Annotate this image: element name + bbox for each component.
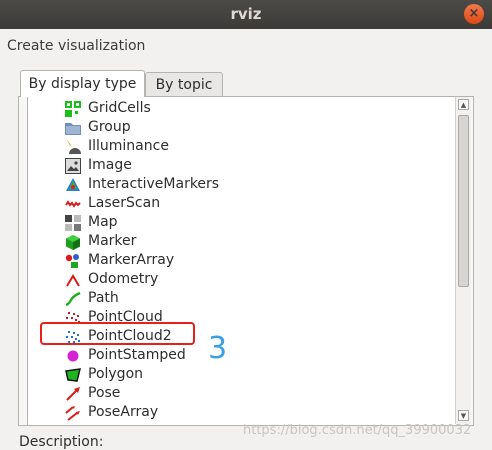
- title-bar: rviz ×: [0, 0, 492, 29]
- dialog-heading: Create visualization: [7, 38, 146, 54]
- list-item-label: PoseArray: [88, 404, 159, 420]
- list-item-gridcells[interactable]: GridCells: [28, 99, 456, 118]
- list-item-pointstamped[interactable]: PointStamped: [28, 346, 456, 365]
- path-icon: [65, 291, 81, 307]
- pose-icon: [66, 387, 80, 401]
- tab-by-display-type[interactable]: By display type: [20, 70, 145, 97]
- list-item-label: Odometry: [88, 271, 159, 287]
- watermark-text: https://blog.csdn.net/qq_39900032: [243, 423, 472, 438]
- selection-highlight-box: [40, 322, 195, 345]
- list-item-label: PointStamped: [88, 347, 186, 363]
- list-scrollbar[interactable]: ▲ ▼: [455, 97, 471, 424]
- pose-array-icon: [65, 406, 80, 421]
- list-item-posearray[interactable]: PoseArray: [28, 403, 456, 422]
- list-item-polygon[interactable]: Polygon: [28, 365, 456, 384]
- tab-by-topic[interactable]: By topic: [145, 72, 223, 97]
- list-item-map[interactable]: Map: [28, 213, 456, 232]
- list-item-label: Path: [88, 290, 119, 306]
- laser-scan-icon: [65, 200, 81, 208]
- list-item-path[interactable]: Path: [28, 289, 456, 308]
- point-stamped-icon: [67, 350, 79, 362]
- list-item-label: Illuminance: [88, 138, 169, 154]
- folder-icon: [65, 123, 81, 135]
- annotation-step-number: 3: [208, 331, 228, 366]
- list-item-label: LaserScan: [88, 195, 161, 211]
- map-icon: [65, 215, 81, 231]
- list-item-laserscan[interactable]: LaserScan: [28, 194, 456, 213]
- interactive-markers-icon: [66, 178, 80, 191]
- scroll-down-arrow-icon[interactable]: ▼: [458, 410, 469, 421]
- list-item-illuminance[interactable]: Illuminance: [28, 137, 456, 156]
- illuminance-icon: [67, 140, 81, 154]
- marker-cube-icon: [66, 235, 80, 250]
- list-item-label: Map: [88, 214, 118, 230]
- scroll-up-arrow-icon[interactable]: ▲: [458, 99, 469, 110]
- close-button[interactable]: ×: [464, 4, 484, 24]
- list-item-label: Marker: [88, 233, 137, 249]
- image-icon: [65, 158, 81, 174]
- list-item-label: Polygon: [88, 366, 144, 382]
- list-item-label: MarkerArray: [88, 252, 175, 268]
- display-type-list[interactable]: GridCells Group Illuminance Image Intera…: [27, 96, 456, 425]
- window-title: rviz: [230, 5, 262, 23]
- scrollbar-thumb[interactable]: [458, 115, 469, 287]
- list-item-interactivemarkers[interactable]: InteractiveMarkers: [28, 175, 456, 194]
- list-item-label: InteractiveMarkers: [88, 176, 220, 192]
- list-item-odometry[interactable]: Odometry: [28, 270, 456, 289]
- list-item-label: GridCells: [88, 100, 151, 116]
- list-item-label: Pose: [88, 385, 121, 401]
- list-item-label: Group: [88, 119, 131, 135]
- polygon-icon: [65, 368, 81, 382]
- list-item-group[interactable]: Group: [28, 118, 456, 137]
- odometry-icon: [66, 274, 80, 287]
- list-item-markerarray[interactable]: MarkerArray: [28, 251, 456, 270]
- description-label: Description:: [19, 434, 104, 450]
- list-item-marker[interactable]: Marker: [28, 232, 456, 251]
- list-item-label: Image: [88, 157, 132, 173]
- marker-array-icon: [65, 254, 79, 268]
- list-item-image[interactable]: Image: [28, 156, 456, 175]
- list-item-pose[interactable]: Pose: [28, 384, 456, 403]
- grid-cells-icon: [65, 101, 81, 117]
